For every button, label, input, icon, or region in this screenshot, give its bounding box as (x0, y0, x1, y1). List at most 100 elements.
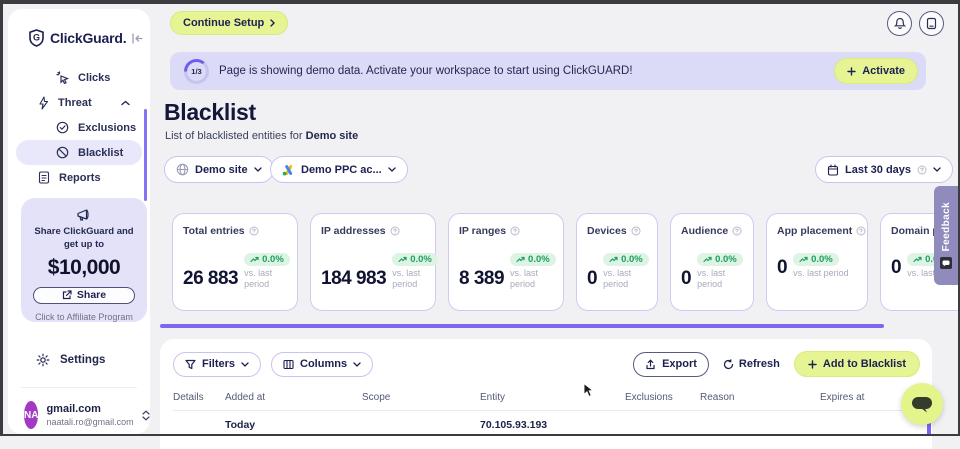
chevron-down-icon (353, 362, 361, 367)
page-subtitle: List of blacklisted entities for Demo si… (165, 130, 358, 142)
sidebar-item-label: Reports (59, 172, 101, 184)
cell-entity: 70.105.93.193 (480, 419, 625, 431)
user-info: gmail.com naatali.ro@gmail.com (46, 403, 133, 426)
info-icon (510, 226, 520, 236)
blacklist-icon (56, 146, 69, 159)
logo: G ClickGuard. (28, 29, 140, 47)
trend-badge: 0.0% (793, 253, 839, 266)
export-button[interactable]: Export (633, 352, 709, 377)
sidebar-item-blacklist[interactable]: Blacklist (16, 140, 142, 165)
stat-value: 0 (587, 268, 597, 290)
stat-card-devices: Devices 0 0.0% vs. last period (576, 213, 658, 311)
refresh-button[interactable]: Refresh (723, 358, 780, 370)
trend-up-icon (913, 256, 922, 263)
reports-icon (38, 171, 50, 184)
chat-bubble-icon (911, 395, 933, 414)
stat-vs-label: vs. last period (697, 268, 743, 290)
add-to-blacklist-button[interactable]: Add to Blacklist (794, 351, 920, 377)
column-header[interactable]: Reason (700, 392, 820, 403)
stat-value: 26 883 (183, 268, 238, 290)
info-icon (856, 226, 866, 236)
trend-up-icon (398, 256, 407, 263)
columns-button[interactable]: Columns (271, 352, 373, 377)
continue-setup-button[interactable]: Continue Setup (170, 11, 288, 35)
chevron-up-icon[interactable] (121, 100, 130, 106)
table-row[interactable]: Today 70.105.93.193 (173, 419, 920, 431)
clickguard-shield-icon: G (28, 29, 45, 47)
window-edge-top (0, 0, 960, 4)
blacklist-table-panel: Filters Columns Export Refresh Add to Bl… (160, 339, 932, 449)
stat-value: 184 983 (321, 268, 386, 290)
threat-icon (38, 96, 49, 110)
stat-card-ip-ranges: IP ranges 8 389 0.0% vs. last period (448, 213, 564, 311)
calendar-icon (827, 164, 839, 176)
affiliate-promo-card[interactable]: Share ClickGuard and get up to $10,000 S… (21, 198, 147, 322)
sidebar-item-settings[interactable]: Settings (36, 353, 105, 367)
table-toolbar: Filters Columns Export Refresh Add to Bl… (173, 351, 920, 377)
stat-vs-label: vs. last period (603, 268, 647, 290)
stat-card-app-placement: App placement 0 0.0% vs. last period (766, 213, 868, 311)
clicks-icon (56, 71, 69, 84)
ppc-account-selector[interactable]: Demo PPC ac... (270, 156, 408, 183)
app-name: ClickGuard. (50, 30, 126, 46)
sidebar-item-exclusions[interactable]: Exclusions (16, 115, 142, 140)
stat-card-total-entries: Total entries 26 883 0.0% vs. last perio… (172, 213, 298, 311)
promo-footer: Click to Affiliate Program (35, 312, 133, 322)
info-icon (390, 226, 400, 236)
chevron-down-icon (241, 362, 249, 367)
column-header[interactable]: Added at (225, 392, 362, 403)
info-icon (732, 226, 742, 236)
chevron-right-icon (270, 19, 275, 27)
exclusions-icon (56, 121, 69, 134)
collapse-sidebar-icon[interactable] (131, 33, 144, 44)
promo-amount: $10,000 (48, 256, 120, 280)
trend-badge: 0.0% (603, 253, 649, 266)
sidebar-item-clicks[interactable]: Clicks (16, 65, 142, 90)
stat-label: Audience (681, 225, 728, 237)
chevron-down-icon (388, 167, 396, 172)
stat-value: 0 (891, 257, 901, 279)
sidebar-item-reports[interactable]: Reports (16, 165, 142, 190)
stat-label: IP ranges (459, 225, 506, 237)
user-menu[interactable]: NA gmail.com naatali.ro@gmail.com (24, 401, 142, 429)
user-menu-caret-icon (142, 410, 150, 421)
chevron-down-icon (933, 167, 941, 172)
trend-badge: 0.0% (510, 253, 556, 266)
stats-cards-row: Total entries 26 883 0.0% vs. last perio… (172, 213, 960, 311)
notifications-button[interactable] (887, 11, 912, 36)
column-header[interactable]: Entity (480, 392, 625, 403)
filters-button[interactable]: Filters (173, 352, 261, 377)
trend-up-icon (609, 256, 618, 263)
sidebar-divider (21, 387, 137, 388)
column-header[interactable]: Scope (362, 392, 480, 403)
banner-message: Page is showing demo data. Activate your… (219, 65, 633, 77)
sidebar-item-threat[interactable]: Threat (16, 90, 142, 115)
gear-icon (36, 353, 50, 367)
stat-label: App placement (777, 225, 852, 237)
trend-up-icon (799, 256, 808, 263)
feedback-tab[interactable]: Feedback (934, 186, 958, 285)
help-center-button[interactable] (919, 11, 944, 36)
stats-horizontal-scrollbar[interactable] (160, 324, 884, 328)
stat-card-ip-addresses: IP addresses 184 983 0.0% vs. last perio… (310, 213, 436, 311)
share-button[interactable]: Share (33, 287, 135, 304)
activate-button[interactable]: Activate (834, 58, 918, 84)
promo-title: Share ClickGuard and get up to (34, 226, 133, 252)
date-range-selector[interactable]: Last 30 days (815, 156, 953, 183)
table-header-divider (173, 410, 920, 411)
sidebar-item-label: Threat (58, 97, 92, 109)
stat-value: 8 389 (459, 268, 504, 290)
column-header[interactable]: Exclusions (625, 392, 700, 403)
site-selector[interactable]: Demo site (164, 156, 274, 183)
megaphone-icon (76, 208, 93, 222)
sidebar-item-label: Exclusions (78, 122, 136, 134)
chat-launcher-button[interactable] (901, 383, 943, 425)
settings-label: Settings (60, 354, 105, 366)
sidebar-scrollbar[interactable] (144, 109, 147, 201)
stat-label: Total entries (183, 225, 245, 237)
external-link-icon (62, 290, 72, 300)
column-header[interactable]: Details (173, 392, 225, 403)
user-email: naatali.ro@gmail.com (46, 417, 133, 427)
topbar-actions (887, 11, 944, 36)
demo-data-banner: 1/3 Page is showing demo data. Activate … (170, 52, 926, 90)
